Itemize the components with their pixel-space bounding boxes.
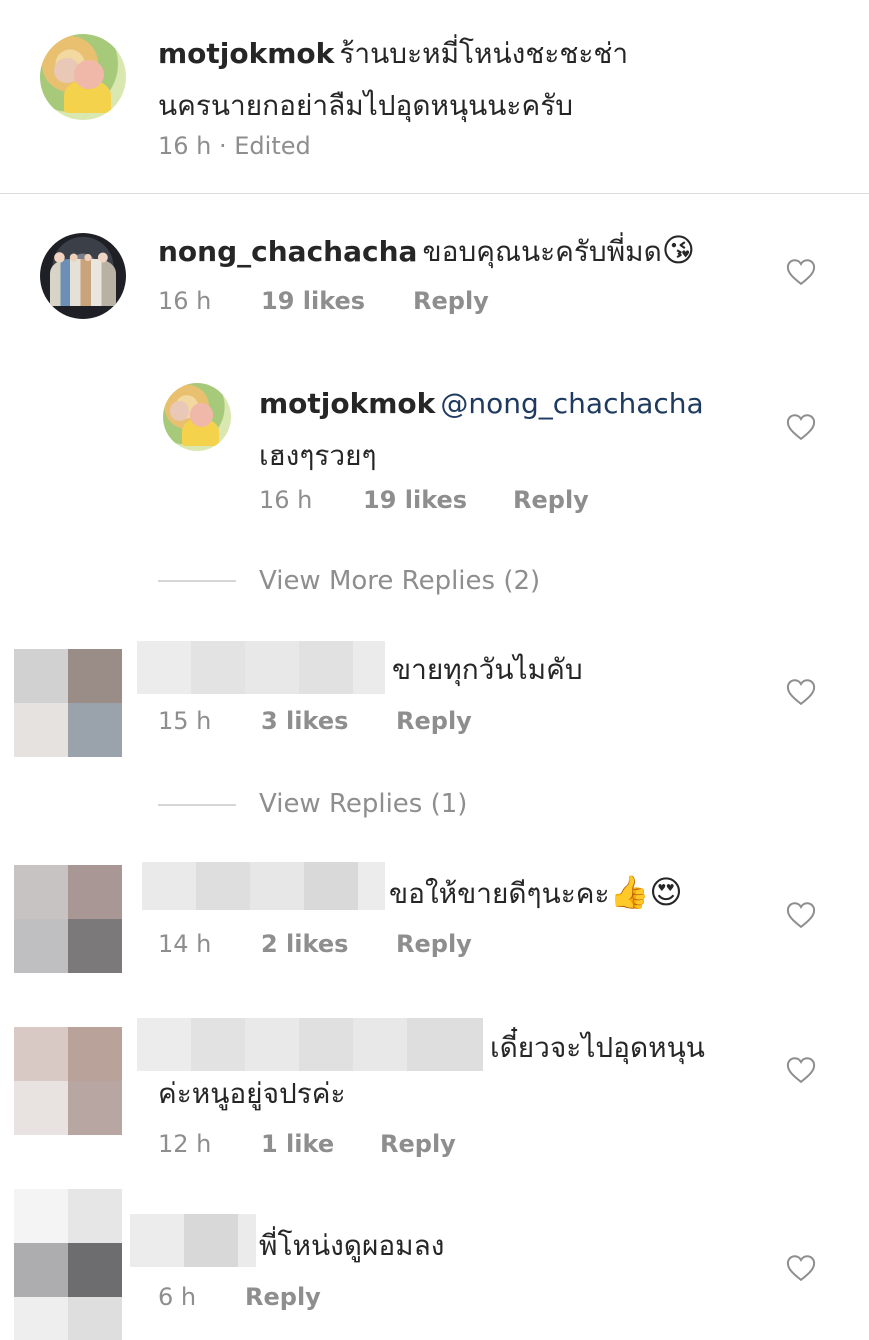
reply-button[interactable]: Reply xyxy=(396,707,472,735)
likes-count[interactable]: 1 like xyxy=(261,1130,334,1158)
username[interactable]: nong_chachacha xyxy=(158,235,417,268)
blurred-username xyxy=(142,862,385,910)
blurred-username xyxy=(130,1214,256,1267)
blurred-username xyxy=(137,641,385,694)
kiss-emoji: 😘 xyxy=(661,231,696,269)
comment-time: 6 h xyxy=(158,1283,197,1311)
view-replies-link[interactable]: View Replies (1) xyxy=(259,789,467,819)
reply-button[interactable]: Reply xyxy=(380,1130,456,1158)
likes-count[interactable]: 3 likes xyxy=(261,707,348,735)
thumbs-up-heart-eyes-emoji: 👍😍 xyxy=(609,873,683,911)
comment-time: 12 h xyxy=(158,1130,212,1158)
avatar-pixelated[interactable] xyxy=(14,1027,122,1135)
avatar-pixelated[interactable] xyxy=(14,649,122,757)
replies-divider-line xyxy=(158,580,236,582)
avatar[interactable] xyxy=(40,34,126,120)
blurred-username xyxy=(137,1018,483,1071)
avatar-pixelated[interactable] xyxy=(14,865,122,973)
likes-count[interactable]: 2 likes xyxy=(261,930,348,958)
comment-body: ขอบคุณนะครับพี่มด xyxy=(422,235,662,268)
caption-time: 16 h · Edited xyxy=(158,132,311,160)
comment-body: ขายทุกวันไมคับ xyxy=(392,653,583,686)
avatar[interactable] xyxy=(40,233,126,319)
likes-count[interactable]: 19 likes xyxy=(363,486,467,514)
heart-icon[interactable] xyxy=(786,258,816,286)
comment-body-line1: เดี๋ยวจะไปอุดหนุน xyxy=(490,1031,705,1064)
replies-divider-line xyxy=(158,804,236,806)
divider xyxy=(0,193,869,194)
caption-text: motjokmok ร้านบะหมี่โหน่งชะชะช่า นครนายก… xyxy=(158,30,838,134)
caption-line1: ร้านบะหมี่โหน่งชะชะช่า xyxy=(339,37,629,70)
comment-time: 14 h xyxy=(158,930,212,958)
comment-time: 16 h xyxy=(158,287,212,315)
heart-icon[interactable] xyxy=(786,678,816,706)
reply-button[interactable]: Reply xyxy=(413,287,489,315)
comment-time: 16 h xyxy=(259,486,313,514)
comment-body-line2: ค่ะหนูอยู่จปรค่ะ xyxy=(158,1077,346,1110)
comment-text: nong_chachacha ขอบคุณนะครับพี่มด😘 xyxy=(158,226,695,280)
comment-body: พี่โหน่งดูผอมลง xyxy=(259,1229,445,1262)
comment-text: ขอให้ขายดีๆนะคะ👍😍 xyxy=(389,868,683,922)
view-more-replies-link[interactable]: View More Replies (2) xyxy=(259,566,540,596)
avatar[interactable] xyxy=(163,383,231,451)
username[interactable]: motjokmok xyxy=(158,37,334,70)
comment-body: ขอให้ขายดีๆนะคะ xyxy=(389,877,610,910)
reply-button[interactable]: Reply xyxy=(513,486,589,514)
heart-icon[interactable] xyxy=(786,1254,816,1282)
heart-icon[interactable] xyxy=(786,1056,816,1084)
mention-link[interactable]: @nong_chachacha xyxy=(440,387,703,420)
reply-button[interactable]: Reply xyxy=(396,930,472,958)
heart-icon[interactable] xyxy=(786,901,816,929)
heart-icon[interactable] xyxy=(786,413,816,441)
reply-button[interactable]: Reply xyxy=(245,1283,321,1311)
comment-time: 15 h xyxy=(158,707,212,735)
avatar-pixelated[interactable] xyxy=(14,1189,122,1340)
comment-text: motjokmok @nong_chachacha เฮงๆรวยๆ xyxy=(259,380,704,484)
username[interactable]: motjokmok xyxy=(259,387,435,420)
caption-line2: นครนายกอย่าลืมไปอุดหนุนนะครับ xyxy=(158,89,574,122)
likes-count[interactable]: 19 likes xyxy=(261,287,365,315)
comment-body: เฮงๆรวยๆ xyxy=(259,439,377,472)
